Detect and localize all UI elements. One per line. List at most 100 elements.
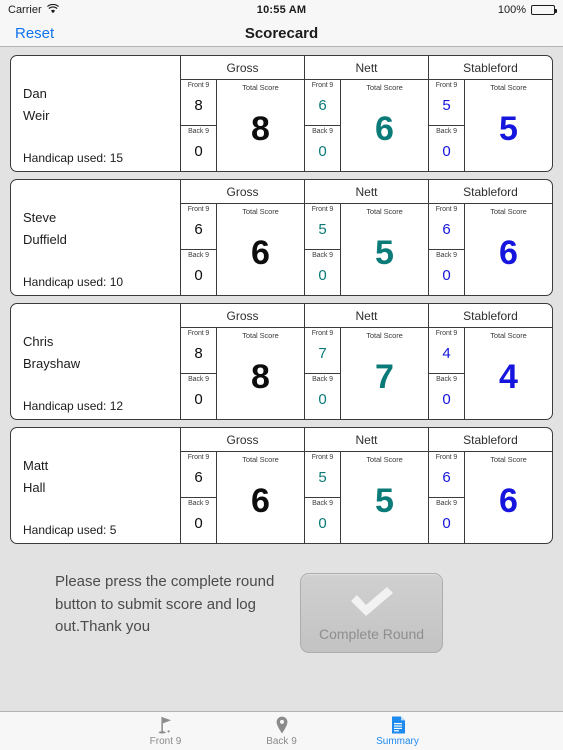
stableford-front9-cell: Front 9 5 bbox=[429, 80, 464, 126]
nett-body: Front 9 7 Back 9 0 Total Score 7 bbox=[305, 328, 428, 419]
tab-front-9[interactable]: Front 9 bbox=[130, 714, 202, 747]
gross-back9-value: 0 bbox=[194, 266, 203, 284]
complete-round-button[interactable]: Complete Round bbox=[300, 573, 443, 653]
gross-total-value: 8 bbox=[251, 357, 270, 396]
stableford-group: Stableford Front 9 5 Back 9 0 Total Scor… bbox=[429, 56, 552, 171]
stableford-back9-cell: Back 9 0 bbox=[429, 126, 464, 171]
player-first-name: Chris bbox=[23, 334, 54, 349]
gross-body: Front 9 6 Back 9 0 Total Score 6 bbox=[181, 452, 304, 543]
nett-front9-value: 7 bbox=[318, 344, 327, 362]
player-last-name: Duffield bbox=[23, 232, 67, 247]
stableford-back9-value: 0 bbox=[442, 390, 451, 408]
gross-front9-cell: Front 9 6 bbox=[181, 204, 216, 250]
stableford-back9-cell: Back 9 0 bbox=[429, 498, 464, 543]
gross-total-value: 8 bbox=[251, 109, 270, 148]
status-bar: Carrier 10:55 AM 100% bbox=[0, 0, 563, 20]
scorecard-scroll-area[interactable]: Dan Weir Handicap used: 15 Gross Front 9… bbox=[0, 47, 563, 711]
gross-header: Gross bbox=[181, 56, 304, 80]
stableford-body: Front 9 5 Back 9 0 Total Score 5 bbox=[429, 80, 552, 171]
gross-back9-cell: Back 9 0 bbox=[181, 126, 216, 171]
gross-total-cell: Total Score 8 bbox=[217, 80, 304, 171]
stableford-body: Front 9 6 Back 9 0 Total Score 6 bbox=[429, 452, 552, 543]
player-handicap: Handicap used: 10 bbox=[23, 275, 124, 289]
page-title: Scorecard bbox=[244, 24, 319, 42]
player-info-cell: Dan Weir Handicap used: 15 bbox=[11, 56, 181, 171]
nett-total-cell: Total Score 6 bbox=[341, 80, 428, 171]
gross-nine-column: Front 9 6 Back 9 0 bbox=[181, 204, 217, 295]
gross-back9-cell: Back 9 0 bbox=[181, 250, 216, 295]
gross-front9-value: 8 bbox=[194, 96, 203, 114]
total-score-label: Total Score bbox=[490, 331, 527, 340]
gross-total-value: 6 bbox=[251, 233, 270, 272]
nett-body: Front 9 5 Back 9 0 Total Score 5 bbox=[305, 204, 428, 295]
stableford-front9-value: 6 bbox=[442, 468, 451, 486]
front9-label: Front 9 bbox=[187, 82, 210, 89]
nett-front9-cell: Front 9 6 bbox=[305, 80, 340, 126]
instructions-text: Please press the complete round button t… bbox=[55, 573, 275, 635]
gross-total-cell: Total Score 6 bbox=[217, 204, 304, 295]
back9-label: Back 9 bbox=[436, 500, 457, 507]
reset-button[interactable]: Reset bbox=[15, 25, 54, 42]
player-scorecard: Dan Weir Handicap used: 15 Gross Front 9… bbox=[10, 55, 553, 172]
nett-front9-cell: Front 9 5 bbox=[305, 204, 340, 250]
stableford-header: Stableford bbox=[429, 56, 552, 80]
front9-label: Front 9 bbox=[187, 206, 210, 213]
nett-front9-value: 5 bbox=[318, 220, 327, 238]
gross-back9-value: 0 bbox=[194, 514, 203, 532]
nett-total-value: 6 bbox=[375, 109, 394, 148]
status-bar-left: Carrier bbox=[8, 3, 257, 17]
nett-back9-value: 0 bbox=[318, 142, 327, 160]
tab-summary[interactable]: Summary bbox=[362, 714, 434, 747]
gross-nine-column: Front 9 8 Back 9 0 bbox=[181, 80, 217, 171]
back9-label: Back 9 bbox=[436, 376, 457, 383]
nett-nine-column: Front 9 6 Back 9 0 bbox=[305, 80, 341, 171]
total-score-label: Total Score bbox=[242, 207, 279, 216]
stableford-total-cell: Total Score 6 bbox=[465, 204, 552, 295]
gross-back9-value: 0 bbox=[194, 390, 203, 408]
nett-back9-cell: Back 9 0 bbox=[305, 126, 340, 171]
gross-front9-value: 6 bbox=[194, 468, 203, 486]
gross-front9-value: 6 bbox=[194, 220, 203, 238]
stableford-group: Stableford Front 9 4 Back 9 0 Total Scor… bbox=[429, 304, 552, 419]
total-score-label: Total Score bbox=[366, 455, 403, 464]
battery-icon bbox=[531, 5, 557, 15]
tab-back-9[interactable]: Back 9 bbox=[246, 714, 318, 747]
stableford-body: Front 9 6 Back 9 0 Total Score 6 bbox=[429, 204, 552, 295]
player-handicap: Handicap used: 15 bbox=[23, 151, 124, 165]
nett-back9-cell: Back 9 0 bbox=[305, 498, 340, 543]
player-last-name: Brayshaw bbox=[23, 356, 81, 371]
stableford-front9-cell: Front 9 6 bbox=[429, 204, 464, 250]
player-scorecard: Steve Duffield Handicap used: 10 Gross F… bbox=[10, 179, 553, 296]
nett-header: Nett bbox=[305, 180, 428, 204]
complete-round-wrapper: Complete Round bbox=[290, 571, 443, 653]
gross-front9-value: 8 bbox=[194, 344, 203, 362]
nett-nine-column: Front 9 7 Back 9 0 bbox=[305, 328, 341, 419]
nett-header: Nett bbox=[305, 428, 428, 452]
gross-body: Front 9 8 Back 9 0 Total Score 8 bbox=[181, 328, 304, 419]
back9-label: Back 9 bbox=[312, 128, 333, 135]
player-last-name: Hall bbox=[23, 480, 46, 495]
gross-group: Gross Front 9 6 Back 9 0 Total Score 6 bbox=[181, 180, 305, 295]
complete-round-label: Complete Round bbox=[318, 625, 425, 642]
stableford-total-value: 4 bbox=[499, 357, 518, 396]
gross-header: Gross bbox=[181, 304, 304, 328]
nett-back9-value: 0 bbox=[318, 514, 327, 532]
stableford-header: Stableford bbox=[429, 304, 552, 328]
nett-total-cell: Total Score 5 bbox=[341, 204, 428, 295]
stableford-front9-value: 4 bbox=[442, 344, 451, 362]
front9-label: Front 9 bbox=[435, 82, 458, 89]
nett-back9-cell: Back 9 0 bbox=[305, 250, 340, 295]
status-bar-clock: 10:55 AM bbox=[256, 4, 307, 16]
gross-nine-column: Front 9 6 Back 9 0 bbox=[181, 452, 217, 543]
back9-label: Back 9 bbox=[436, 128, 457, 135]
nett-group: Nett Front 9 6 Back 9 0 Total Score 6 bbox=[305, 56, 429, 171]
stableford-total-cell: Total Score 4 bbox=[465, 328, 552, 419]
nett-total-value: 5 bbox=[375, 481, 394, 520]
front9-label: Front 9 bbox=[187, 330, 210, 337]
player-first-name: Dan bbox=[23, 86, 47, 101]
tab-summary-label: Summary bbox=[376, 736, 419, 747]
total-score-label: Total Score bbox=[366, 83, 403, 92]
stableford-group: Stableford Front 9 6 Back 9 0 Total Scor… bbox=[429, 428, 552, 543]
nett-group: Nett Front 9 5 Back 9 0 Total Score 5 bbox=[305, 180, 429, 295]
battery-percent-label: 100% bbox=[497, 4, 526, 16]
